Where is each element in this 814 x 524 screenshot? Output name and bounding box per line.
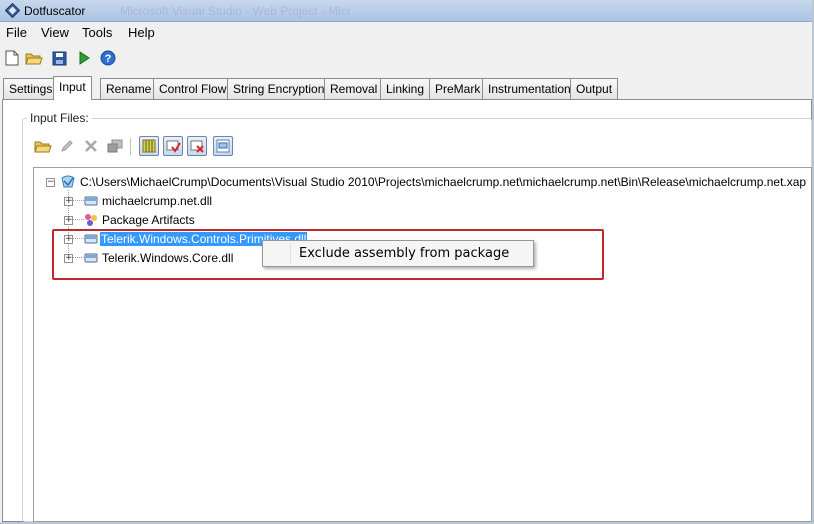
help-icon[interactable]: ?	[99, 49, 117, 67]
menu-bar: File View Tools Help	[0, 22, 812, 43]
tab-string-encryption[interactable]: String Encryption	[227, 78, 331, 99]
tab-linking[interactable]: Linking	[380, 78, 431, 99]
main-toolbar: ?	[0, 45, 812, 71]
exclude-icon[interactable]	[163, 136, 183, 156]
assembly-icon	[83, 195, 99, 209]
delete-icon[interactable]	[81, 136, 101, 156]
edit-icon[interactable]	[57, 136, 77, 156]
toolbar-separator	[130, 138, 131, 155]
properties-icon[interactable]	[105, 136, 125, 156]
application-window: Dotfuscator Microsoft Visual Studio - We…	[0, 0, 814, 524]
tab-rename[interactable]: Rename	[100, 78, 158, 99]
tree-root-label: C:\Users\MichaelCrump\Documents\Visual S…	[80, 175, 807, 189]
tab-strip: Settings Input Rename Control Flow Strin…	[0, 76, 812, 100]
context-menu: Exclude assembly from package	[262, 240, 534, 267]
background-window-title: Microsoft Visual Studio - Web Project - …	[120, 4, 351, 18]
collapse-toggle[interactable]: −	[46, 178, 55, 187]
menu-view[interactable]: View	[41, 25, 69, 40]
input-files-tree: − C:\Users\MichaelCrump\Documents\Visual…	[33, 167, 812, 522]
tab-input[interactable]: Input	[53, 76, 92, 100]
tab-settings[interactable]: Settings	[3, 78, 59, 99]
run-icon[interactable]	[75, 49, 93, 67]
tab-control-flow[interactable]: Control Flow	[153, 78, 233, 99]
remove-exclude-icon[interactable]	[187, 136, 207, 156]
tree-root-node[interactable]: − C:\Users\MichaelCrump\Documents\Visual…	[44, 174, 807, 192]
view-icon[interactable]	[213, 136, 233, 156]
artifacts-icon	[83, 213, 99, 227]
tab-removal[interactable]: Removal	[324, 78, 384, 99]
dotfuscator-app-icon	[4, 2, 21, 19]
xap-package-icon	[60, 175, 76, 189]
title-bar: Dotfuscator Microsoft Visual Studio - We…	[0, 0, 812, 22]
tree-node-label: Package Artifacts	[102, 213, 195, 227]
expand-toggle[interactable]: +	[64, 216, 73, 225]
expand-toggle[interactable]: +	[64, 197, 73, 206]
exclude-assembly-menu-item[interactable]: Exclude assembly from package	[299, 246, 509, 261]
tab-premark[interactable]: PreMark	[429, 78, 487, 99]
open-folder-icon[interactable]	[25, 49, 43, 67]
menu-help[interactable]: Help	[128, 25, 155, 40]
library-icon[interactable]	[139, 136, 159, 156]
new-file-icon[interactable]	[3, 49, 21, 67]
context-menu-gutter	[290, 243, 291, 264]
menu-tools[interactable]: Tools	[82, 25, 112, 40]
window-title: Dotfuscator	[24, 4, 86, 18]
menu-file[interactable]: File	[6, 25, 27, 40]
tab-output[interactable]: Output	[570, 78, 619, 99]
svg-text:?: ?	[105, 53, 112, 65]
save-icon[interactable]	[50, 49, 68, 67]
open-folder-icon[interactable]	[33, 136, 53, 156]
tree-node-label: michaelcrump.net.dll	[102, 194, 213, 208]
tab-instrumentation[interactable]: Instrumentation	[482, 78, 577, 99]
input-files-label: Input Files:	[27, 111, 92, 125]
